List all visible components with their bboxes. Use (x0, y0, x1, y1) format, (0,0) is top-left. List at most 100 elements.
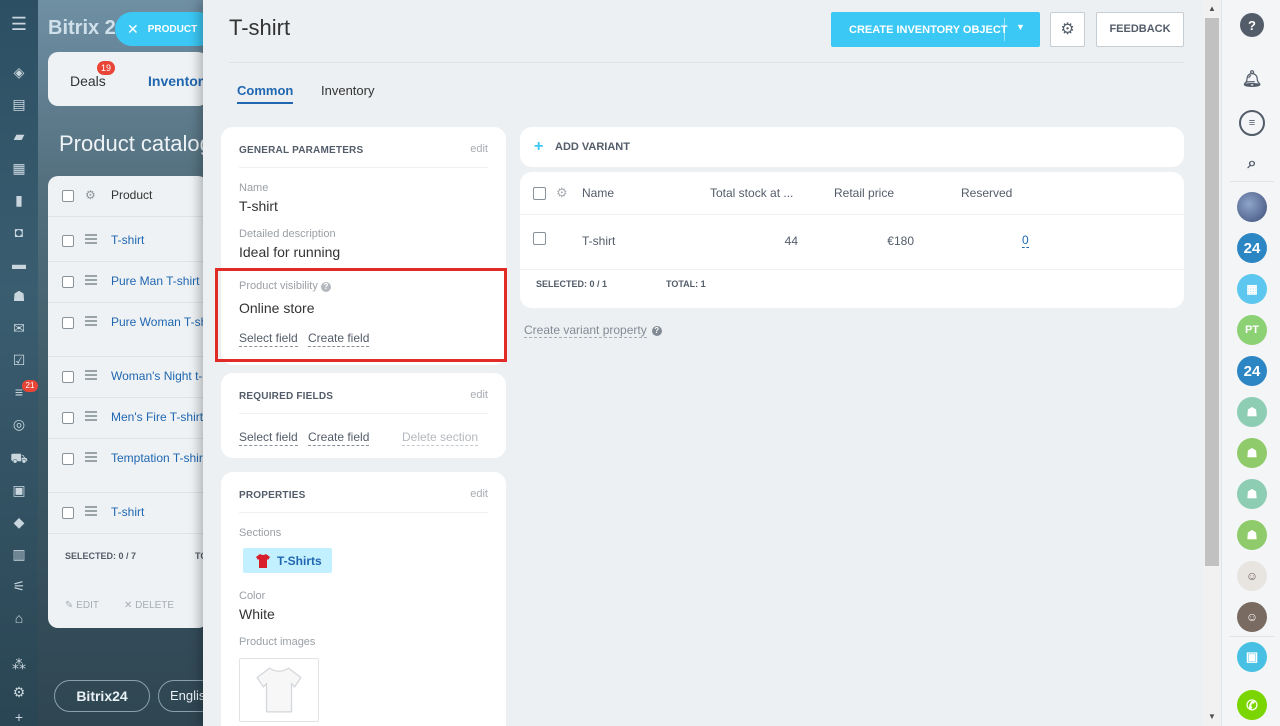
terminal-icon[interactable]: ▥ (10, 545, 28, 563)
bitrix24-chat-avatar[interactable]: 24 (1237, 356, 1267, 386)
add-variant-button[interactable]: ADD VARIANT (555, 141, 630, 153)
docs-icon[interactable]: ▮ (10, 191, 28, 209)
row-checkbox[interactable] (533, 232, 546, 245)
edit-link[interactable]: edit (470, 488, 488, 500)
chat-icon[interactable]: ▰ (10, 127, 28, 145)
table-row[interactable]: Woman's Night t-shirt (48, 357, 225, 398)
table-row[interactable]: Pure Man T-shirt (48, 262, 208, 303)
bell-icon[interactable]: 🔔︎ (1237, 64, 1267, 94)
button-divider (1004, 18, 1005, 41)
tab-common[interactable]: Common (237, 83, 294, 104)
divider (239, 512, 488, 513)
slider-close-tab[interactable]: ✕ PRODUCT (115, 12, 215, 46)
mail-icon[interactable]: ✉ (10, 319, 28, 337)
divider (239, 167, 488, 168)
settings-gear-button[interactable]: ⚙ (1050, 12, 1085, 47)
delete-button[interactable]: ✕ DELETE (124, 600, 174, 611)
scrollbar[interactable]: ▲ ▼ (1203, 0, 1221, 726)
pt-avatar[interactable]: PT (1237, 315, 1267, 345)
select-all-checkbox[interactable] (62, 190, 74, 202)
sitemap-icon[interactable]: ⁂ (10, 655, 28, 673)
menu-icon[interactable]: ☰ (10, 15, 28, 33)
phone-icon[interactable]: ✆ (1237, 690, 1267, 720)
help-icon[interactable]: ? (1240, 13, 1264, 37)
create-inventory-object-button[interactable]: CREATE INVENTORY OBJECT ▼ (831, 12, 1040, 47)
robot-icon[interactable]: ◘ (10, 223, 28, 241)
drive-icon[interactable]: ▬ (10, 255, 28, 273)
group-chat-icon[interactable]: ☗ (1237, 520, 1267, 550)
menu-icon (85, 456, 97, 458)
header-divider (229, 62, 1184, 63)
tshirt-image (256, 667, 302, 713)
column-retail-price[interactable]: Retail price (834, 186, 894, 200)
column-total-stock[interactable]: Total stock at ... (710, 186, 793, 200)
feedback-button[interactable]: FEEDBACK (1096, 12, 1184, 47)
create-variant-property-label[interactable]: Create variant property (524, 323, 647, 338)
add-icon[interactable]: + (10, 708, 28, 726)
gear-icon[interactable]: ⚙ (556, 185, 568, 201)
delete-section-link[interactable]: Delete section (402, 430, 479, 446)
color-label: Color (239, 590, 266, 602)
search-icon[interactable]: ⌕ (1237, 149, 1267, 179)
create-field-link[interactable]: Create field (308, 430, 370, 446)
contacts-icon[interactable]: ☗ (10, 287, 28, 305)
left-app-bar: ☰ ◈ ▤ ▰ ▦ ▮ ◘ ▬ ☗ ✉ ☑ ≡ 21 ◎ ⛟ ▣ ◆ ▥ ⚟ ⌂… (0, 0, 38, 726)
tab-inventory[interactable]: Inventory (148, 73, 211, 89)
edit-button[interactable]: ✎ EDIT (65, 600, 99, 611)
group-chat-icon[interactable]: ☗ (1237, 479, 1267, 509)
highlight-box (215, 268, 507, 362)
select-all-checkbox[interactable] (533, 187, 546, 200)
chevron-down-icon[interactable]: ▼ (1016, 22, 1025, 32)
edit-link[interactable]: edit (470, 143, 488, 155)
gear-icon[interactable]: ⚙ (85, 188, 96, 202)
group-chat-icon[interactable]: ☗ (1237, 438, 1267, 468)
table-row[interactable]: Pure Woman T-shirt (48, 303, 217, 357)
chat-search-icon[interactable]: ≡ (1239, 110, 1265, 136)
create-variant-property-link[interactable]: Create variant property ? (524, 323, 662, 338)
cart-icon[interactable]: ⛟ (10, 449, 28, 467)
tab-inventory[interactable]: Inventory (321, 83, 374, 98)
create-button-label: CREATE INVENTORY OBJECT (849, 24, 1008, 36)
scroll-down-arrow[interactable]: ▼ (1208, 712, 1216, 721)
scrollbar-thumb[interactable] (1205, 18, 1219, 566)
group-avatar[interactable] (1237, 192, 1267, 222)
checklist-icon[interactable]: ☑ (10, 351, 28, 369)
table-row[interactable]: Men's Fire T-shirt (48, 398, 208, 439)
box-icon[interactable]: ◆ (10, 513, 28, 531)
edit-link[interactable]: edit (470, 389, 488, 401)
bitrix24-footer-logo[interactable]: Bitrix24 (54, 680, 150, 712)
sliders-icon[interactable]: ⚟ (10, 577, 28, 595)
table-row[interactable]: Temptation T-shirt (48, 439, 208, 493)
tasks-icon[interactable]: ▤ (10, 95, 28, 113)
building-icon[interactable]: ⌂ (10, 609, 28, 627)
section-title: REQUIRED FIELDS (239, 391, 334, 402)
name-value: T-shirt (239, 198, 278, 214)
user-avatar[interactable]: ☺ (1237, 602, 1267, 632)
bitrix24-chat-avatar[interactable]: 24 (1237, 233, 1267, 263)
product-image-thumbnail[interactable] (239, 658, 319, 722)
group-chat-icon[interactable]: ☗ (1237, 397, 1267, 427)
product-title: T-shirt (229, 15, 291, 40)
table-row[interactable]: T-shirt 44 €180 0 (520, 215, 1184, 269)
tab-deals[interactable]: Deals (70, 73, 106, 89)
stream-icon[interactable]: ◈ (10, 63, 28, 81)
table-row[interactable]: T-shirt (48, 221, 208, 262)
table-row[interactable]: T-shirt (48, 493, 208, 534)
variant-reserved-link[interactable]: 0 (1022, 234, 1029, 248)
section-tag[interactable]: T-Shirts (243, 548, 332, 573)
column-reserved[interactable]: Reserved (961, 186, 1012, 200)
close-icon[interactable]: ✕ (127, 21, 139, 38)
user-avatar[interactable]: ☺ (1237, 561, 1267, 591)
calendar-chat-avatar[interactable]: ▦ (1237, 274, 1267, 304)
calendar-icon[interactable]: ▦ (10, 159, 28, 177)
target-icon[interactable]: ◎ (10, 415, 28, 433)
help-icon[interactable]: ? (651, 325, 662, 336)
card-icon[interactable]: ▣ (10, 481, 28, 499)
select-field-link[interactable]: Select field (239, 430, 298, 446)
column-name[interactable]: Name (582, 186, 614, 200)
scroll-up-arrow[interactable]: ▲ (1208, 4, 1216, 13)
section-tag-label: T-Shirts (277, 553, 322, 568)
contact-center-icon[interactable]: ▣ (1237, 642, 1267, 672)
settings-icon[interactable]: ⚙ (10, 683, 28, 701)
plus-icon[interactable]: + (534, 138, 543, 156)
